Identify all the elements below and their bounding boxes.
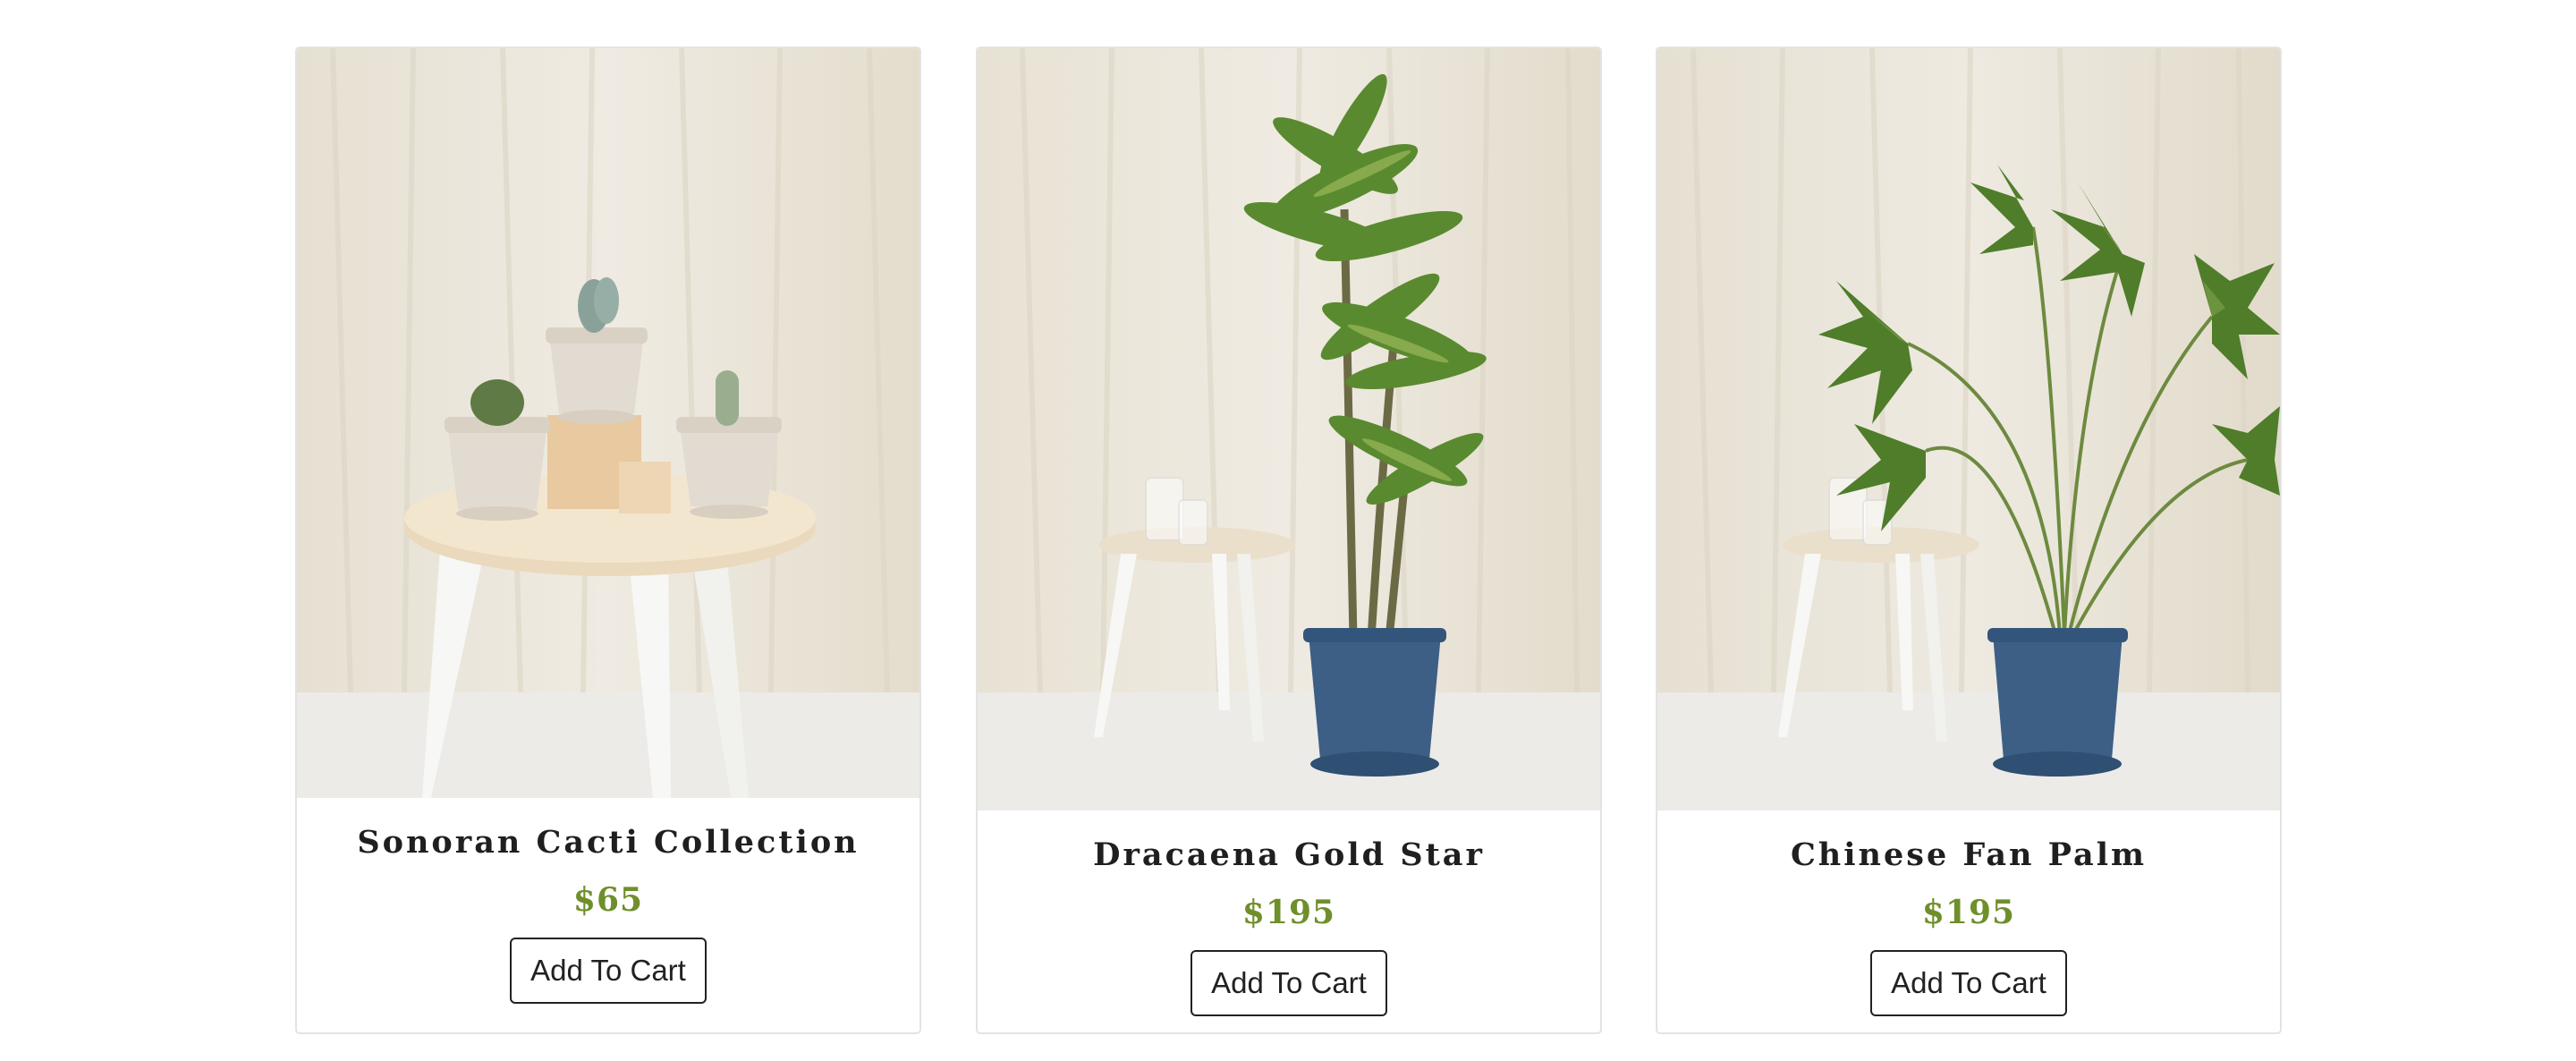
product-info: Chinese Fan Palm $195 Add To Cart	[1657, 828, 2280, 1016]
product-card: Dracaena Gold Star $195 Add To Cart	[976, 47, 1602, 1034]
product-grid: Sonoran Cacti Collection $65 Add To Cart	[0, 0, 2576, 1061]
product-photo[interactable]	[297, 48, 919, 798]
product-info: Dracaena Gold Star $195 Add To Cart	[978, 828, 1600, 1016]
pot-center	[546, 327, 648, 424]
product-photo[interactable]	[978, 48, 1600, 811]
fan-palm-photo	[1657, 48, 2280, 811]
product-price: $195	[1921, 894, 2016, 931]
product-name[interactable]: Chinese Fan Palm	[1657, 828, 2280, 882]
pot-left	[445, 417, 550, 521]
add-to-cart-button[interactable]: Add To Cart	[1191, 950, 1387, 1016]
product-card: Chinese Fan Palm $195 Add To Cart	[1656, 47, 2282, 1034]
add-to-cart-button[interactable]: Add To Cart	[510, 938, 707, 1004]
cacti-on-stool-photo	[297, 48, 919, 798]
product-info: Sonoran Cacti Collection $65 Add To Cart	[297, 816, 919, 1004]
pot-right	[676, 417, 782, 519]
dracaena-plant-photo	[978, 48, 1600, 811]
product-name[interactable]: Dracaena Gold Star	[978, 828, 1600, 882]
product-card: Sonoran Cacti Collection $65 Add To Cart	[295, 47, 921, 1034]
product-name[interactable]: Sonoran Cacti Collection	[297, 816, 919, 870]
add-to-cart-button[interactable]: Add To Cart	[1870, 950, 2067, 1016]
product-photo[interactable]	[1657, 48, 2280, 811]
product-price: $195	[1241, 894, 1336, 931]
product-price: $65	[572, 881, 644, 919]
